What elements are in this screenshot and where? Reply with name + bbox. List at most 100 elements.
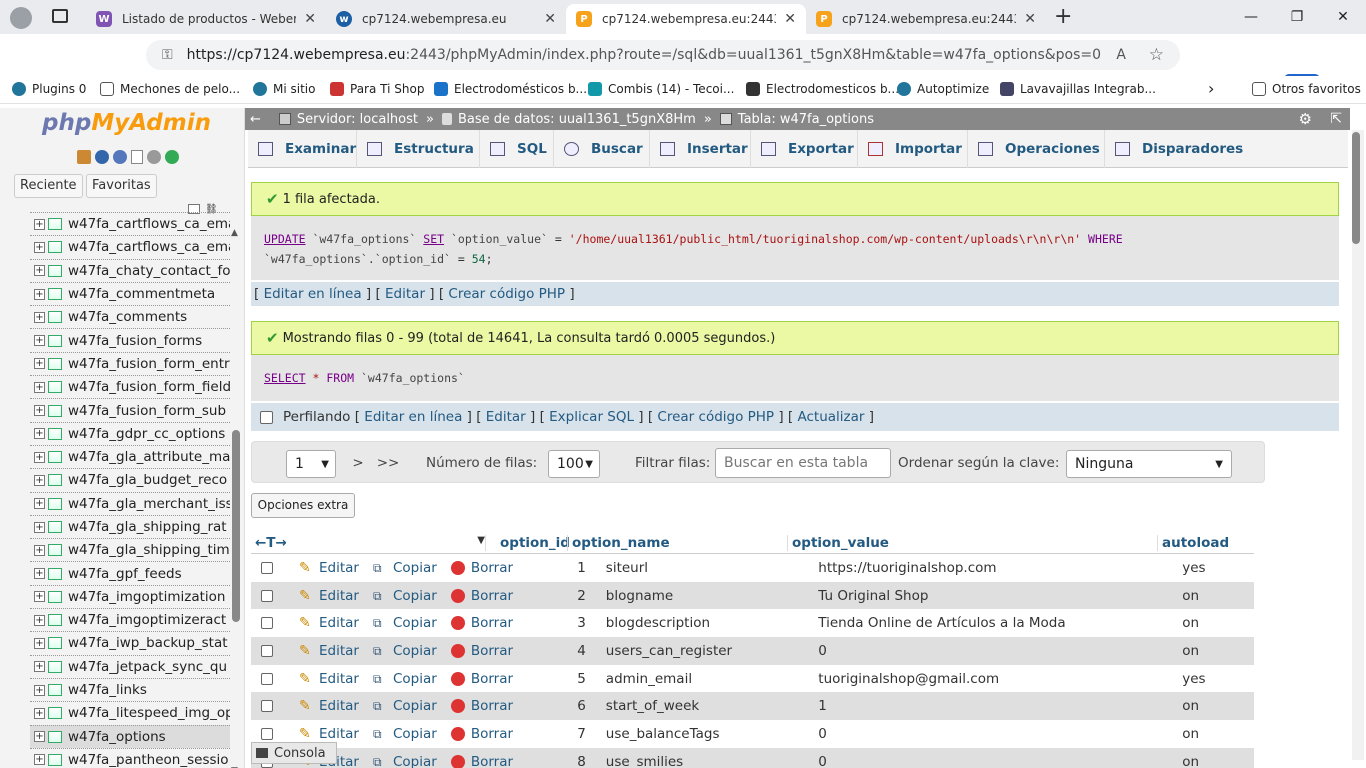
edit-action[interactable]: ✎Editar (299, 671, 359, 687)
expand-icon[interactable]: + (34, 544, 45, 556)
scroll-up-icon[interactable]: ▲ (231, 228, 238, 238)
tab-exportar[interactable]: Exportar (751, 130, 858, 168)
refresh-link[interactable]: Actualizar (798, 409, 865, 425)
expand-icon[interactable]: + (34, 498, 45, 510)
cell-option-name[interactable]: admin_email (598, 671, 814, 687)
cell-autoload[interactable]: on (1178, 615, 1254, 631)
last-page-button[interactable]: >> (374, 450, 402, 476)
cell-option-value[interactable]: tuoriginalshop@gmail.com (814, 671, 1178, 687)
expand-icon[interactable]: + (34, 381, 45, 393)
breadcrumb-database[interactable]: Base de datos: uual1361_t5gnX8Hm (458, 112, 696, 127)
expand-icon[interactable]: + (34, 637, 45, 649)
sidebar-table-item[interactable]: + w47fa_gdpr_cc_options (30, 421, 230, 445)
row-checkbox[interactable] (261, 589, 273, 602)
reload-nav-icon[interactable] (165, 150, 179, 164)
sidebar-table-item[interactable]: + w47fa_links (30, 677, 230, 701)
cell-autoload[interactable]: yes (1178, 560, 1254, 576)
gear-icon[interactable]: ⚙ (1299, 110, 1312, 128)
expand-icon[interactable]: + (34, 684, 45, 696)
chevron-right-icon[interactable]: › (1208, 79, 1214, 98)
cell-option-id[interactable]: 5 (513, 671, 598, 687)
next-page-button[interactable]: > (344, 450, 372, 476)
column-resize-arrows-icon[interactable]: ←T→ ▼ (251, 535, 485, 551)
sidebar-table-item[interactable]: + w47fa_gpf_feeds (30, 561, 230, 584)
row-checkbox[interactable] (261, 700, 273, 713)
sidebar-table-item[interactable]: + w47fa_comments (30, 305, 230, 328)
expand-icon[interactable]: + (34, 614, 45, 626)
bookmark-star-icon[interactable]: ☆ (1149, 45, 1164, 65)
cell-option-value[interactable]: 0 (814, 643, 1178, 659)
help-icon[interactable] (113, 150, 127, 164)
cell-option-value[interactable]: 0 (814, 754, 1178, 768)
delete-action[interactable]: Borrar (450, 615, 513, 631)
edit-action[interactable]: ✎Editar (299, 588, 359, 604)
tab-insertar[interactable]: Insertar (650, 130, 751, 168)
sidebar-table-item[interactable]: + w47fa_imgoptimizeract (30, 608, 230, 631)
sidebar-table-item[interactable]: + w47fa_imgoptimization (30, 584, 230, 608)
logout-icon[interactable] (95, 150, 109, 164)
sidebar-table-item[interactable]: + w47fa_gla_shipping_rat (30, 514, 230, 538)
tab-estructura[interactable]: Estructura (357, 130, 480, 168)
cell-option-value[interactable]: 0 (814, 726, 1178, 742)
sidebar-table-item[interactable]: + w47fa_cartflows_ca_ema (30, 235, 230, 258)
cell-option-id[interactable]: 4 (513, 643, 598, 659)
gear-icon[interactable] (147, 150, 161, 164)
other-favorites[interactable]: Otros favoritos (1252, 82, 1361, 96)
cell-option-id[interactable]: 6 (513, 698, 598, 714)
copy-action[interactable]: ⧉ Copiar (373, 588, 437, 604)
cell-option-id[interactable]: 3 (513, 615, 598, 631)
col-option-name[interactable]: option_name (567, 535, 787, 551)
tab-operaciones[interactable]: Operaciones (968, 130, 1105, 168)
cell-option-name[interactable]: users_can_register (598, 643, 814, 659)
main-scroll-thumb[interactable] (1352, 132, 1360, 244)
expand-icon[interactable]: + (34, 568, 45, 580)
expand-icon[interactable]: + (34, 311, 45, 323)
docs-icon[interactable] (131, 150, 143, 164)
phpmyadmin-logo[interactable]: phpMyAdmin (42, 110, 211, 136)
bookmark-item[interactable]: Electrodomésticos b... (434, 82, 587, 96)
copy-action[interactable]: ⧉ Copiar (373, 671, 437, 687)
tab-listado-productos[interactable]: W Listado de productos - Webempresa ✕ (86, 4, 326, 34)
expand-icon[interactable]: + (34, 428, 45, 440)
copy-action[interactable]: ⧉ Copiar (373, 726, 437, 742)
copy-action[interactable]: ⧉ Copiar (373, 615, 437, 631)
minimize-icon[interactable]: — (1228, 0, 1274, 34)
page-select[interactable]: 1 ▼ (286, 450, 336, 478)
row-checkbox[interactable] (261, 727, 273, 740)
tab-buscar[interactable]: Buscar (554, 130, 650, 168)
nav-scroll-thumb[interactable] (232, 430, 240, 622)
recent-button[interactable]: Reciente (14, 174, 83, 198)
tab-phpmyadmin-2[interactable]: P cp7124.webempresa.eu:2443 / localhost … (806, 4, 1046, 34)
restore-icon[interactable]: ❐ (1274, 0, 1320, 34)
sidebar-table-item[interactable]: + w47fa_gla_budget_reco (30, 468, 230, 491)
cell-option-value[interactable]: Tienda Online de Artículos a la Moda (814, 615, 1178, 631)
tab-sql[interactable]: SQL (480, 130, 554, 168)
cell-autoload[interactable]: on (1178, 726, 1254, 742)
expand-icon[interactable]: + (34, 474, 45, 486)
edit-action[interactable]: ✎Editar (299, 615, 359, 631)
sort-down-icon[interactable]: ▼ (477, 535, 485, 546)
sidebar-table-item[interactable]: + w47fa_jetpack_sync_qu (30, 654, 230, 678)
expand-icon[interactable]: + (34, 358, 45, 370)
delete-action[interactable]: Borrar (450, 726, 513, 742)
collapse-up-icon[interactable]: ⇱ (1330, 111, 1342, 127)
cell-option-value[interactable]: https://tuoriginalshop.com (814, 560, 1178, 576)
sidebar-table-item[interactable]: + w47fa_fusion_form_sub (30, 398, 230, 421)
bookmark-item[interactable]: Autoptimize (897, 82, 989, 96)
cell-option-value[interactable]: 1 (814, 698, 1178, 714)
url-field[interactable]: ⚿ https://cp7124.webempresa.eu:2443/phpM… (146, 40, 1180, 70)
expand-icon[interactable]: + (34, 591, 45, 603)
new-tab-icon[interactable]: + (1054, 4, 1072, 29)
sidebar-table-item[interactable]: + w47fa_cartflows_ca_ema (30, 212, 230, 235)
expand-icon[interactable]: + (34, 707, 45, 719)
edit-action[interactable]: ✎Editar (299, 726, 359, 742)
expand-icon[interactable]: + (34, 335, 45, 347)
expand-icon[interactable]: + (34, 241, 45, 253)
row-checkbox[interactable] (261, 672, 273, 685)
expand-icon[interactable]: + (34, 754, 45, 766)
home-icon[interactable] (77, 150, 91, 164)
rows-select[interactable]: 100 ▼ (548, 450, 600, 478)
close-tab-icon[interactable]: ✕ (1024, 11, 1036, 27)
favorites-button[interactable]: Favoritas (86, 174, 157, 198)
col-option-value[interactable]: option_value (787, 535, 1157, 551)
